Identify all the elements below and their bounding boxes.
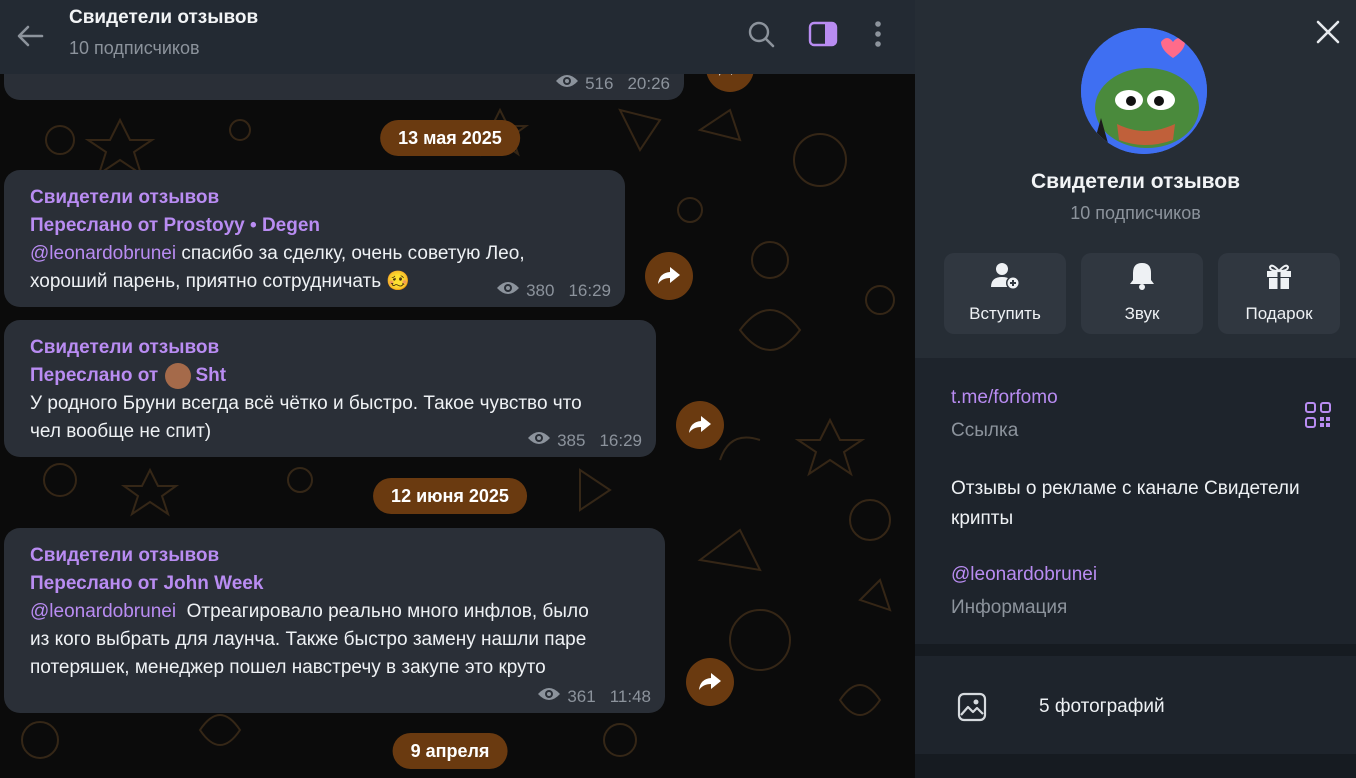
sidebar-toggle-icon[interactable] [806, 17, 840, 51]
view-count: 380 [526, 280, 555, 300]
search-icon[interactable] [744, 17, 778, 51]
section-divider [915, 754, 1356, 778]
message-time: 20:26 [627, 73, 670, 93]
message-meta: 380 16:29 [496, 280, 611, 301]
forwarded-from[interactable]: Переслано от John Week [30, 570, 665, 598]
photo-icon [957, 692, 987, 727]
share-button[interactable] [645, 252, 693, 300]
info-caption: Информация [951, 597, 1068, 618]
gift-icon [1264, 261, 1294, 296]
message-text: потеряшек, менеджер пошел навстречу в за… [30, 657, 546, 678]
channel-info-panel: Свидетели отзывов 10 подписчиков Вступит… [915, 0, 1356, 778]
channel-link[interactable]: t.me/forfomo [951, 387, 1058, 409]
eye-icon [496, 280, 520, 301]
forwarded-from[interactable]: Переслано от Prostoyy • Degen [30, 212, 625, 240]
info-mention-link[interactable]: @leonardobrunei [951, 564, 1097, 586]
join-button[interactable]: Вступить [944, 253, 1066, 334]
date-separator: 13 мая 2025 [380, 120, 520, 156]
channel-avatar[interactable] [1081, 28, 1207, 154]
telegram-window: Свидетели отзывов 10 подписчиков 516 20:… [0, 0, 1356, 778]
view-count: 516 [585, 73, 614, 93]
subscriber-count: 10 подписчиков [1070, 203, 1201, 223]
message-meta: 516 20:26 [555, 73, 670, 94]
eye-icon [527, 430, 551, 451]
qr-code-icon[interactable] [1305, 402, 1331, 433]
message-time: 16:29 [599, 430, 642, 450]
message-bubble[interactable]: Свидетели отзывов Переслано от Sht У род… [4, 320, 656, 457]
photos-count: 5 фотографий [1039, 696, 1165, 717]
date-separator: 9 апреля [392, 733, 508, 769]
close-icon[interactable] [1314, 18, 1342, 46]
message-author[interactable]: Свидетели отзывов [30, 184, 625, 212]
message-author[interactable]: Свидетели отзывов [30, 542, 665, 570]
sound-button[interactable]: Звук [1081, 253, 1203, 334]
message-bubble[interactable]: Свидетели отзывов Переслано от Prostoyy … [4, 170, 625, 307]
section-divider [915, 644, 1356, 656]
message-text: У родного Бруни всегда всё чётко и быстр… [30, 393, 582, 414]
message-meta: 385 16:29 [527, 430, 642, 451]
date-separator: 12 июня 2025 [373, 478, 527, 514]
subscriber-count: 10 подписчиков [69, 38, 200, 58]
view-count: 385 [557, 430, 586, 450]
user-plus-icon [990, 261, 1020, 296]
message-text: @leonardobrunei спасибо за сделку, очень… [30, 243, 525, 264]
photos-row[interactable]: 5 фотографий [915, 656, 1356, 754]
channel-name: Свидетели отзывов [1030, 170, 1241, 193]
channel-title[interactable]: Свидетели отзывов [69, 7, 258, 29]
mention-link[interactable]: @leonardobrunei [30, 601, 176, 622]
view-count: 361 [567, 686, 596, 706]
eye-icon [537, 686, 561, 707]
share-button[interactable] [676, 401, 724, 449]
chat-header: Свидетели отзывов 10 подписчиков [0, 0, 915, 74]
eye-icon [555, 73, 579, 94]
message-author[interactable]: Свидетели отзывов [30, 334, 656, 362]
bell-icon [1127, 261, 1157, 296]
forwarded-from[interactable]: Переслано от Sht [30, 362, 656, 390]
message-time: 11:48 [609, 686, 651, 706]
channel-description: Отзывы о рекламе с канале Свидетели крип… [951, 478, 1300, 529]
emoji: 🥴 [386, 271, 411, 292]
link-caption: Ссылка [951, 420, 1019, 441]
gift-button[interactable]: Подарок [1218, 253, 1340, 334]
message-time: 16:29 [568, 280, 611, 300]
message-bubble[interactable]: Свидетели отзывов Переслано от John Week… [4, 528, 665, 713]
message-text: @leonardobrunei Отреагировало реально мн… [30, 601, 589, 622]
forwarder-avatar [165, 363, 192, 389]
chat-area: Свидетели отзывов 10 подписчиков 516 20:… [0, 0, 915, 778]
share-button[interactable] [686, 658, 734, 706]
message-meta: 361 11:48 [537, 686, 651, 707]
mention-link[interactable]: @leonardobrunei [30, 243, 176, 264]
message-text: из кого выбрать для лаунча. Также быстро… [30, 629, 587, 650]
back-arrow-icon[interactable] [14, 20, 46, 52]
more-menu-icon[interactable] [862, 17, 894, 51]
